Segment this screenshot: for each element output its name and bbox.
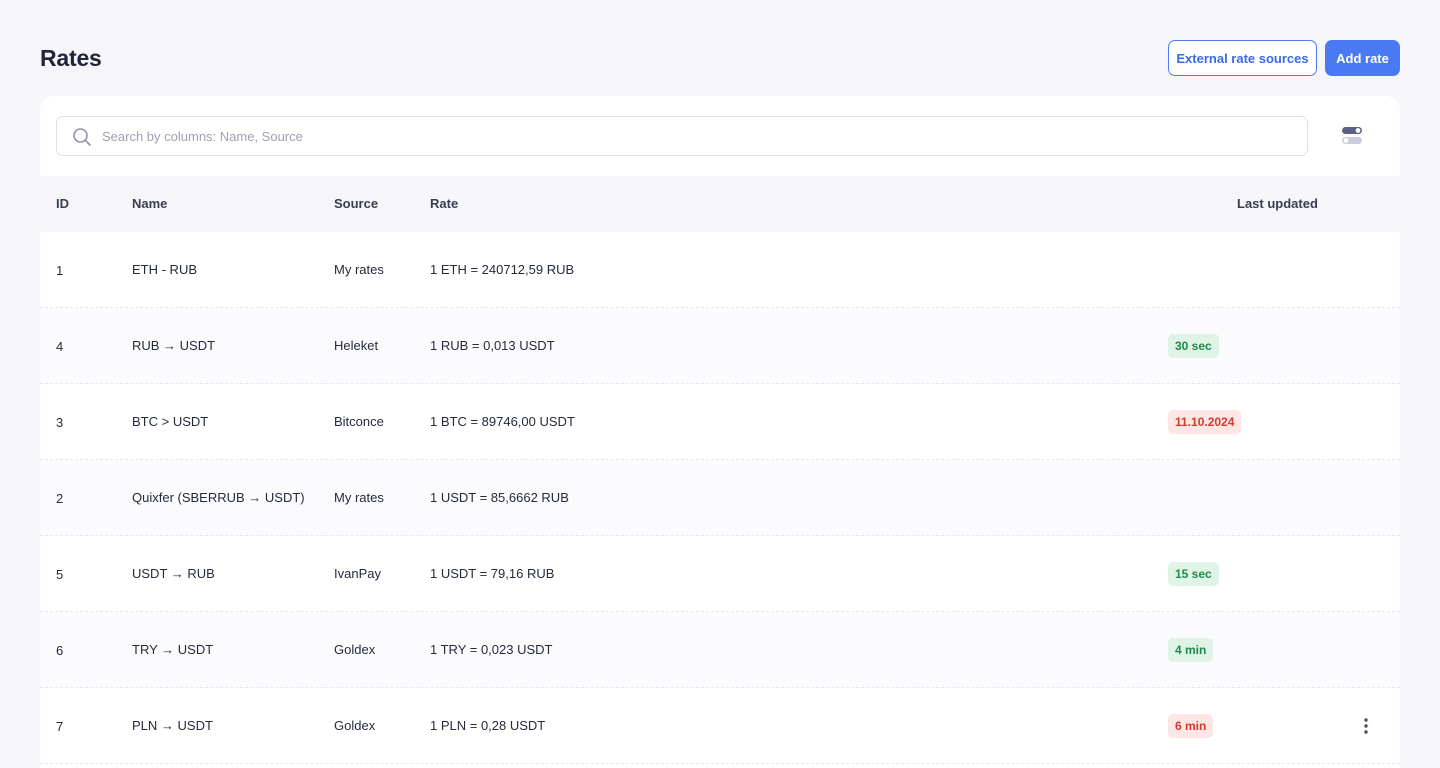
rates-card: ID Name Source Rate Last updated 1 ETH - …	[40, 96, 1400, 768]
column-header-source[interactable]: Source	[334, 176, 378, 232]
cell-name: BTC > USDT	[132, 414, 209, 429]
last-updated-badge: 6 min	[1168, 714, 1214, 738]
cell-id: 5	[56, 567, 64, 582]
cell-rate: 1 PLN = 0,28 USDT	[430, 718, 546, 733]
cell-source: IvanPay	[334, 566, 381, 581]
cell-id: 2	[56, 491, 64, 506]
rates-page: Rates External rate sources Add rate ID …	[0, 0, 1440, 768]
cell-source: My rates	[334, 262, 384, 277]
page-title: Rates	[40, 45, 102, 71]
cell-name: PLN → USDT	[132, 718, 213, 733]
external-rate-sources-button[interactable]: External rate sources	[1168, 40, 1317, 76]
toggle-columns-icon[interactable]	[1341, 125, 1363, 147]
column-header-name[interactable]: Name	[132, 176, 167, 232]
search-input[interactable]	[102, 117, 1292, 155]
column-header-rate[interactable]: Rate	[430, 176, 458, 232]
cell-id: 7	[56, 719, 64, 734]
cell-rate: 1 TRY = 0,023 USDT	[430, 642, 553, 657]
cell-rate: 1 USDT = 79,16 RUB	[430, 566, 555, 581]
cell-id: 3	[56, 415, 64, 430]
cell-id: 6	[56, 643, 64, 658]
cell-name: ETH - RUB	[132, 262, 197, 277]
column-header-id[interactable]: ID	[56, 176, 69, 232]
last-updated-badge: 15 sec	[1168, 562, 1219, 586]
cell-source: Bitconce	[334, 414, 384, 429]
cell-source: Goldex	[334, 642, 376, 657]
last-updated-badge: 30 sec	[1168, 334, 1219, 358]
last-updated-badge: 4 min	[1168, 638, 1214, 662]
cell-source: My rates	[334, 490, 384, 505]
cell-name: TRY → USDT	[132, 642, 214, 657]
search-icon	[73, 128, 91, 146]
cell-rate: 1 BTC = 89746,00 USDT	[430, 414, 575, 429]
cell-rate: 1 RUB = 0,013 USDT	[430, 338, 555, 353]
table-row[interactable]: 5 USDT → RUB IvanPay 1 USDT = 79,16 RUB 15 s…	[40, 536, 1400, 612]
cell-name: RUB → USDT	[132, 338, 216, 353]
last-updated-badge: 11.10.2024	[1168, 410, 1242, 434]
column-header-last-updated[interactable]: Last updated	[1237, 176, 1318, 232]
table-row[interactable]: 3 BTC > USDT Bitconce 1 BTC = 89746,00 USDT…	[40, 384, 1400, 460]
table-row[interactable]: 7 PLN → USDT Goldex 1 PLN = 0,28 USDT 6 min	[40, 688, 1400, 764]
add-rate-button[interactable]: Add rate	[1325, 40, 1400, 76]
table-row[interactable]: 4 RUB → USDT Heleket 1 RUB = 0,013 USDT 30 s…	[40, 308, 1400, 384]
table-header: ID Name Source Rate Last updated	[40, 176, 1400, 232]
search-box	[56, 116, 1308, 156]
cell-id: 4	[56, 339, 64, 354]
cell-source: Heleket	[334, 338, 379, 353]
cell-rate: 1 USDT = 85,6662 RUB	[430, 490, 569, 505]
cell-name: Quixfer (SBERRUB → USDT)	[132, 490, 305, 505]
table-row[interactable]: 6 TRY → USDT Goldex 1 TRY = 0,023 USDT 4 min	[40, 612, 1400, 688]
more-vertical-icon[interactable]	[1356, 714, 1376, 738]
cell-source: Goldex	[334, 718, 376, 733]
table-row[interactable]: 2 Quixfer (SBERRUB → USDT) My rates 1 USDT …	[40, 460, 1400, 536]
cell-name: USDT → RUB	[132, 566, 215, 581]
cell-rate: 1 ETH = 240712,59 RUB	[430, 262, 575, 277]
cell-id: 1	[56, 263, 64, 278]
table-row[interactable]: 1 ETH - RUB My rates 1 ETH = 240712,59 RUB	[40, 232, 1400, 308]
